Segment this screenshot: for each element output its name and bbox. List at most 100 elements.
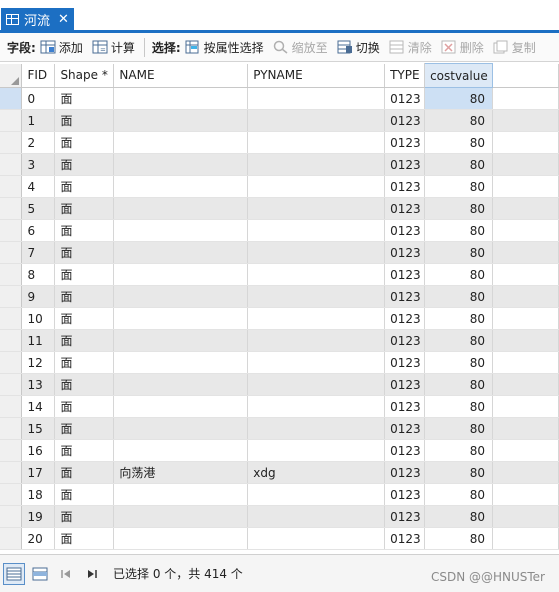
table-row[interactable]: 19 面 0123 80 bbox=[0, 505, 559, 528]
cell-name[interactable] bbox=[113, 505, 249, 528]
cell-costvalue[interactable]: 80 bbox=[424, 373, 494, 396]
cell-shape[interactable]: 面 bbox=[54, 505, 115, 528]
cell-name[interactable] bbox=[113, 329, 249, 352]
cell-shape[interactable]: 面 bbox=[54, 153, 115, 176]
cell-fid[interactable]: 2 bbox=[21, 131, 56, 154]
column-header-costvalue[interactable]: costvalue bbox=[424, 63, 494, 88]
cell-shape[interactable]: 面 bbox=[54, 219, 115, 242]
cell-shape[interactable]: 面 bbox=[54, 109, 115, 132]
table-row[interactable]: 20 面 0123 80 bbox=[0, 527, 559, 550]
cell-type[interactable]: 0123 bbox=[384, 153, 426, 176]
table-row[interactable]: 14 面 0123 80 bbox=[0, 395, 559, 418]
cell-costvalue[interactable]: 80 bbox=[424, 527, 494, 550]
cell-fid[interactable]: 6 bbox=[21, 219, 56, 242]
cell-fid[interactable]: 9 bbox=[21, 285, 56, 308]
cell-name[interactable]: 向荡港 bbox=[113, 461, 249, 484]
cell-type[interactable]: 0123 bbox=[384, 131, 426, 154]
cell-shape[interactable]: 面 bbox=[54, 285, 115, 308]
cell-shape[interactable]: 面 bbox=[54, 483, 115, 506]
cell-costvalue[interactable]: 80 bbox=[424, 329, 494, 352]
cell-name[interactable] bbox=[113, 197, 249, 220]
cell-type[interactable]: 0123 bbox=[384, 329, 426, 352]
cell-pyname[interactable] bbox=[247, 153, 386, 176]
table-row[interactable]: 18 面 0123 80 bbox=[0, 483, 559, 506]
cell-name[interactable] bbox=[113, 131, 249, 154]
cell-type[interactable]: 0123 bbox=[384, 219, 426, 242]
cell-type[interactable]: 0123 bbox=[384, 483, 426, 506]
cell-pyname[interactable]: xdg bbox=[247, 461, 386, 484]
copy-selection-button[interactable]: 复制 bbox=[493, 39, 536, 56]
table-row[interactable]: 8 面 0123 80 bbox=[0, 263, 559, 286]
row-selector[interactable] bbox=[0, 439, 23, 462]
table-row[interactable]: 3 面 0123 80 bbox=[0, 153, 559, 176]
cell-shape[interactable]: 面 bbox=[54, 197, 115, 220]
cell-pyname[interactable] bbox=[247, 329, 386, 352]
cell-pyname[interactable] bbox=[247, 439, 386, 462]
cell-type[interactable]: 0123 bbox=[384, 527, 426, 550]
table-row[interactable]: 10 面 0123 80 bbox=[0, 307, 559, 330]
cell-type[interactable]: 0123 bbox=[384, 197, 426, 220]
cell-costvalue[interactable]: 80 bbox=[424, 197, 494, 220]
last-record-button[interactable] bbox=[81, 563, 103, 585]
first-record-button[interactable] bbox=[55, 563, 77, 585]
cell-costvalue[interactable]: 80 bbox=[424, 483, 494, 506]
table-row[interactable]: 13 面 0123 80 bbox=[0, 373, 559, 396]
cell-costvalue[interactable]: 80 bbox=[424, 461, 494, 484]
table-row[interactable]: 15 面 0123 80 bbox=[0, 417, 559, 440]
row-selector[interactable] bbox=[0, 395, 23, 418]
cell-type[interactable]: 0123 bbox=[384, 87, 426, 110]
cell-costvalue[interactable]: 80 bbox=[424, 175, 494, 198]
table-row[interactable]: 7 面 0123 80 bbox=[0, 241, 559, 264]
cell-fid[interactable]: 12 bbox=[21, 351, 56, 374]
cell-costvalue[interactable]: 80 bbox=[424, 505, 494, 528]
row-selector[interactable] bbox=[0, 219, 23, 242]
cell-costvalue[interactable]: 80 bbox=[424, 87, 494, 110]
row-selector[interactable] bbox=[0, 241, 23, 264]
cell-fid[interactable]: 20 bbox=[21, 527, 56, 550]
row-selector[interactable] bbox=[0, 87, 23, 110]
cell-name[interactable] bbox=[113, 395, 249, 418]
cell-pyname[interactable] bbox=[247, 219, 386, 242]
cell-shape[interactable]: 面 bbox=[54, 263, 115, 286]
cell-pyname[interactable] bbox=[247, 285, 386, 308]
select-all-corner[interactable] bbox=[0, 63, 23, 88]
cell-fid[interactable]: 10 bbox=[21, 307, 56, 330]
cell-name[interactable] bbox=[113, 373, 249, 396]
cell-costvalue[interactable]: 80 bbox=[424, 109, 494, 132]
cell-pyname[interactable] bbox=[247, 351, 386, 374]
column-header-fid[interactable]: FID bbox=[21, 63, 56, 88]
cell-fid[interactable]: 8 bbox=[21, 263, 56, 286]
cell-shape[interactable]: 面 bbox=[54, 175, 115, 198]
cell-costvalue[interactable]: 80 bbox=[424, 439, 494, 462]
cell-name[interactable] bbox=[113, 307, 249, 330]
cell-pyname[interactable] bbox=[247, 241, 386, 264]
cell-type[interactable]: 0123 bbox=[384, 351, 426, 374]
delete-selection-button[interactable]: 删除 bbox=[441, 39, 484, 56]
cell-pyname[interactable] bbox=[247, 527, 386, 550]
cell-fid[interactable]: 16 bbox=[21, 439, 56, 462]
cell-name[interactable] bbox=[113, 241, 249, 264]
cell-pyname[interactable] bbox=[247, 263, 386, 286]
column-header-pyname[interactable]: PYNAME bbox=[247, 63, 386, 88]
cell-type[interactable]: 0123 bbox=[384, 373, 426, 396]
cell-costvalue[interactable]: 80 bbox=[424, 351, 494, 374]
cell-fid[interactable]: 13 bbox=[21, 373, 56, 396]
cell-fid[interactable]: 17 bbox=[21, 461, 56, 484]
table-row[interactable]: 5 面 0123 80 bbox=[0, 197, 559, 220]
cell-name[interactable] bbox=[113, 483, 249, 506]
cell-type[interactable]: 0123 bbox=[384, 175, 426, 198]
cell-fid[interactable]: 1 bbox=[21, 109, 56, 132]
cell-costvalue[interactable]: 80 bbox=[424, 131, 494, 154]
row-selector[interactable] bbox=[0, 351, 23, 374]
cell-pyname[interactable] bbox=[247, 109, 386, 132]
row-selector[interactable] bbox=[0, 461, 23, 484]
show-all-records-button[interactable] bbox=[3, 562, 25, 585]
cell-shape[interactable]: 面 bbox=[54, 395, 115, 418]
cell-shape[interactable]: 面 bbox=[54, 307, 115, 330]
table-row[interactable]: 16 面 0123 80 bbox=[0, 439, 559, 462]
cell-type[interactable]: 0123 bbox=[384, 417, 426, 440]
cell-costvalue[interactable]: 80 bbox=[424, 219, 494, 242]
cell-name[interactable] bbox=[113, 285, 249, 308]
cell-pyname[interactable] bbox=[247, 417, 386, 440]
table-row[interactable]: 17 面向荡港 xdg 0123 80 bbox=[0, 461, 559, 484]
